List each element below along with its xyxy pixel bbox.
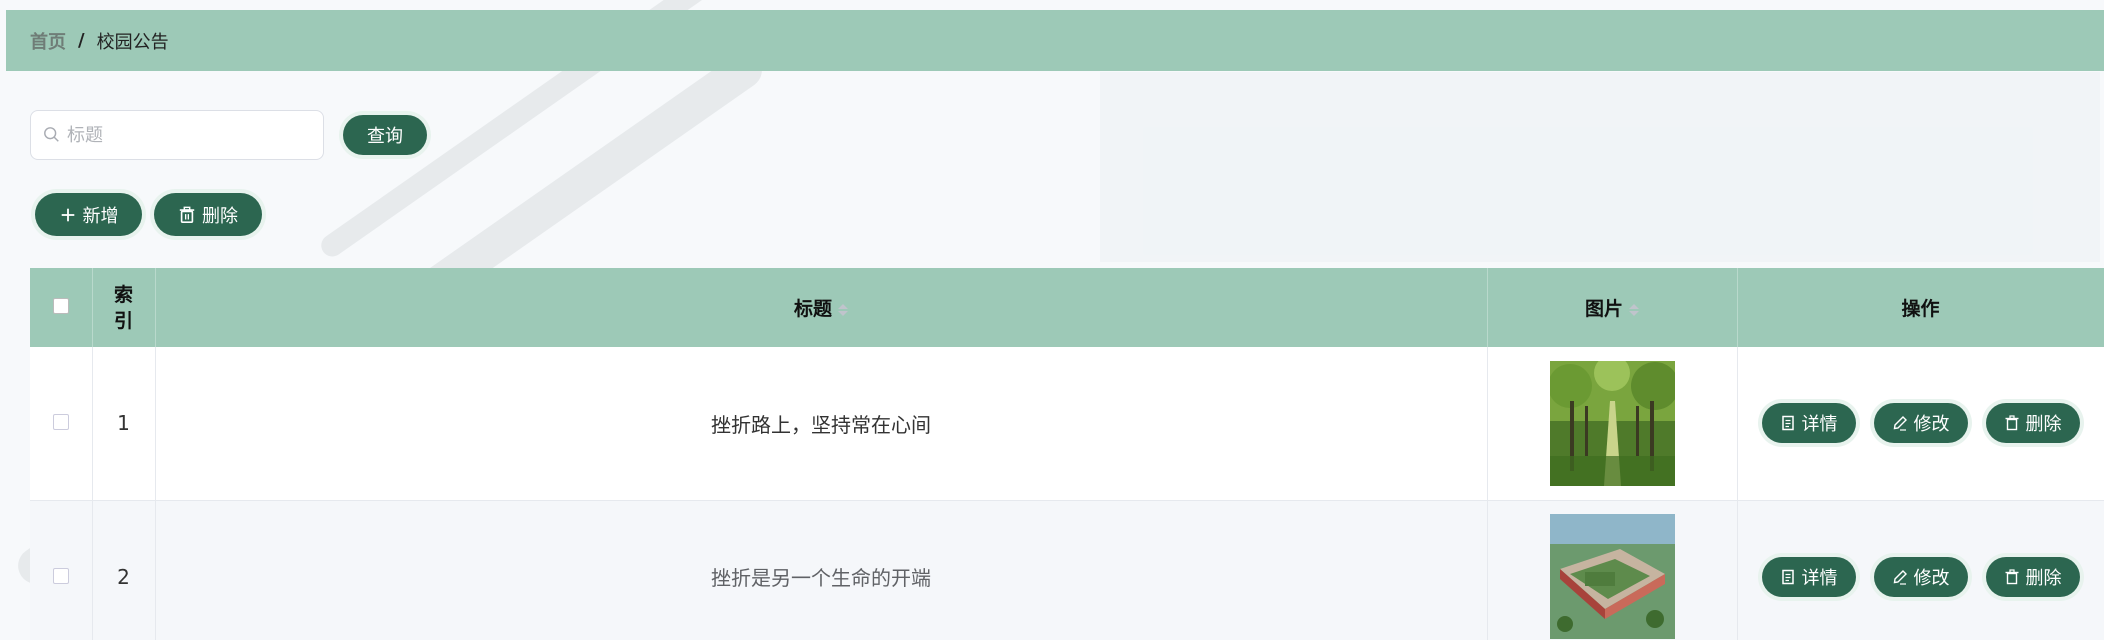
edit-button[interactable]: 修改 [1873,403,1968,444]
search-icon [44,127,59,142]
plus-icon [61,208,74,221]
trash-icon [2005,415,2018,431]
actions-header: 操作 [1737,268,2104,347]
row-actions-cell: 详情 修改 删除 [1737,347,2104,501]
table-header-row: 索引 标题 图片 操作 [30,268,2104,347]
detail-button[interactable]: 详情 [1761,403,1856,444]
row-actions-cell: 详情 修改 删除 [1737,500,2104,640]
table-row: 1 挫折路上，坚持常在心间 详情 修改 删除 [30,347,2104,501]
document-icon [1781,569,1794,584]
search-field[interactable] [30,110,324,160]
campus-aerial-image[interactable] [1549,514,1675,639]
breadcrumb-home-link[interactable]: 首页 [30,28,66,54]
select-all-cell [30,268,93,347]
document-icon [1781,416,1794,431]
title-header[interactable]: 标题 [155,268,1488,347]
query-button[interactable]: 查询 [343,115,427,155]
row-title: 挫折是另一个生命的开端 [155,500,1488,640]
sort-icon[interactable] [1629,303,1639,316]
breadcrumb-current: 校园公告 [96,31,169,53]
tree-lined-path-image[interactable] [1549,360,1675,486]
select-all-checkbox[interactable] [52,297,69,314]
row-checkbox-cell [30,347,93,501]
batch-delete-label: 删除 [202,205,238,227]
add-button[interactable]: 新增 [35,193,142,236]
row-image-cell [1487,347,1738,501]
index-header: 索引 [92,268,156,347]
delete-button[interactable]: 删除 [1985,556,2080,597]
trash-icon [179,206,195,223]
add-button-label: 新增 [82,205,119,227]
pencil-icon [1893,416,1907,431]
row-checkbox-cell [30,500,93,640]
batch-delete-button[interactable]: 删除 [154,193,262,236]
notice-table: 索引 标题 图片 操作 1 挫折路上，坚持常在心间 详情 修改 删除 2 挫折是… [30,268,2104,640]
row-checkbox[interactable] [52,414,69,431]
breadcrumb: 首页 / 校园公告 [6,10,2104,71]
row-index: 1 [92,347,156,501]
row-image-cell [1487,500,1738,640]
edit-button[interactable]: 修改 [1873,556,1968,597]
detail-button[interactable]: 详情 [1761,556,1856,597]
row-index: 2 [92,500,156,640]
sort-icon[interactable] [838,303,848,316]
delete-button[interactable]: 删除 [1985,403,2080,444]
search-input[interactable] [67,124,307,146]
pencil-icon [1893,569,1907,585]
image-header[interactable]: 图片 [1487,268,1738,347]
query-button-label: 查询 [367,126,403,147]
trash-icon [2005,568,2018,584]
row-checkbox[interactable] [52,567,69,584]
table-row: 2 挫折是另一个生命的开端 详情 修改 删除 [30,500,2104,640]
breadcrumb-separator: / [78,30,85,51]
row-title: 挫折路上，坚持常在心间 [155,347,1488,501]
